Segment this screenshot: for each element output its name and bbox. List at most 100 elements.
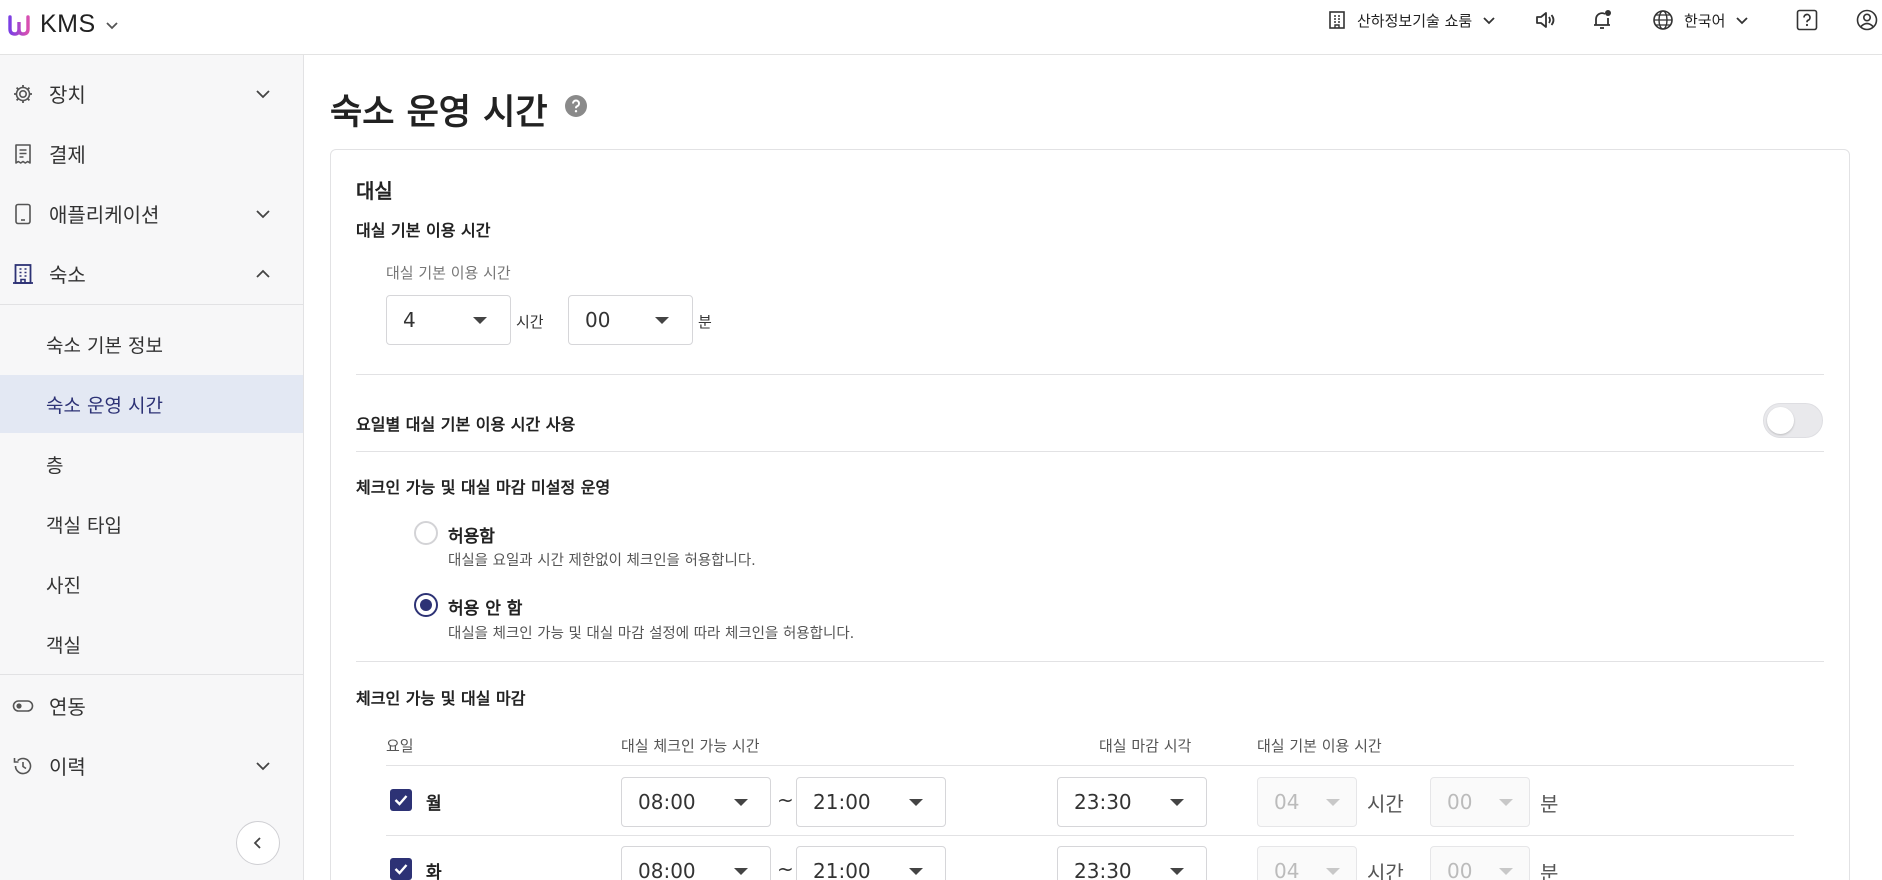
divider (356, 374, 1824, 375)
help-button[interactable] (1796, 8, 1818, 32)
sidebar-subitem-label: 객실 타입 (46, 514, 122, 537)
select-value: 08:00 (638, 859, 696, 880)
select-value: 21:00 (813, 790, 871, 814)
sidebar-subitem-lodging-info[interactable]: 숙소 기본 정보 (0, 315, 303, 373)
help-circle-icon[interactable] (564, 94, 588, 118)
sidebar-subitem-label: 층 (46, 454, 64, 477)
sidebar-item-device[interactable]: 장치 (0, 65, 303, 121)
sidebar-subitem-operating-hours[interactable]: 숙소 운영 시간 (0, 375, 303, 433)
caret-down-icon (734, 868, 748, 875)
day-checkbox-mon[interactable] (390, 789, 412, 811)
radio-allow[interactable] (414, 521, 438, 545)
caret-down-icon (1326, 799, 1340, 806)
receipt-icon (15, 144, 31, 164)
checkin-end-select[interactable]: 21:00 (796, 777, 946, 827)
sidebar-item-label: 애플리케이션 (49, 202, 160, 227)
checkin-start-select[interactable]: 08:00 (621, 846, 771, 880)
sidebar-item-application[interactable]: 애플리케이션 (0, 185, 303, 241)
page-title: 숙소 운영 시간 (330, 93, 548, 133)
subsection-title: 대실 기본 이용 시간 (356, 221, 491, 240)
language-selector[interactable]: 한국어 (1652, 8, 1749, 32)
table-header-checkin-time: 대실 체크인 가능 시간 (621, 737, 760, 755)
sidebar-subitem-floor[interactable]: 층 (0, 435, 303, 493)
sidebar-item-label: 연동 (49, 694, 86, 719)
sidebar-item-label: 장치 (49, 82, 86, 107)
weekday-toggle-label: 요일별 대실 기본 이용 시간 사용 (356, 415, 576, 434)
day-label: 화 (426, 863, 442, 880)
unit-label: 분 (1540, 861, 1559, 880)
checkin-end-select[interactable]: 21:00 (796, 846, 946, 880)
sidebar-subitem-label: 숙소 기본 정보 (46, 334, 163, 357)
building-icon (13, 264, 33, 284)
chevron-down-icon (106, 21, 118, 29)
duration-hours-select[interactable]: 04 (1257, 846, 1357, 880)
radio-description: 대실을 체크인 가능 및 대실 마감 설정에 따라 체크인을 허용합니다. (448, 626, 855, 642)
sidebar-collapse-button[interactable] (236, 821, 280, 865)
question-icon (1796, 9, 1818, 31)
select-value: 08:00 (638, 790, 696, 814)
caret-down-icon (909, 799, 923, 806)
day-label: 월 (426, 794, 442, 814)
divider (356, 661, 1824, 662)
select-value: 4 (403, 308, 416, 332)
chevron-down-icon (256, 90, 270, 99)
speaker-icon (1536, 12, 1555, 28)
caret-down-icon (909, 868, 923, 875)
duration-minutes-select[interactable]: 00 (1430, 846, 1530, 880)
history-icon (13, 757, 32, 775)
sound-button[interactable] (1533, 8, 1557, 32)
store-selector[interactable]: 산하정보기술 쇼룸 (1327, 8, 1496, 32)
table-header-close-time: 대실 마감 시각 (1099, 737, 1192, 755)
sidebar-subitem-label: 숙소 운영 시간 (46, 394, 163, 417)
toggle-icon (12, 700, 34, 712)
sidebar-item-integration[interactable]: 연동 (0, 677, 303, 733)
sidebar-subitem-room-type[interactable]: 객실 타입 (0, 495, 303, 553)
rental-minutes-select[interactable]: 00 (568, 295, 693, 345)
chevron-down-icon (1483, 17, 1495, 25)
sidebar-subitem-room[interactable]: 객실 (0, 615, 303, 673)
sidebar-subitem-photo[interactable]: 사진 (0, 555, 303, 613)
sidebar-item-history[interactable]: 이력 (0, 737, 303, 793)
field-label: 대실 기본 이용 시간 (386, 264, 511, 282)
chevron-up-icon (256, 269, 270, 278)
kms-logo-icon (8, 14, 30, 36)
divider (356, 451, 1824, 452)
sidebar-item-lodging[interactable]: 숙소 (0, 245, 303, 301)
duration-hours-select[interactable]: 04 (1257, 777, 1357, 827)
store-name: 산하정보기술 쇼룸 (1357, 11, 1473, 30)
close-time-select[interactable]: 23:30 (1057, 777, 1207, 827)
checkin-start-select[interactable]: 08:00 (621, 777, 771, 827)
unit-label: 시간 (1367, 861, 1404, 880)
caret-down-icon (655, 317, 669, 324)
tablet-icon (15, 203, 31, 225)
radio-disallow[interactable] (414, 593, 438, 617)
caret-down-icon (1170, 799, 1184, 806)
table-header-duration: 대실 기본 이용 시간 (1257, 737, 1382, 755)
chevron-left-icon (253, 837, 261, 849)
account-button[interactable] (1856, 8, 1878, 32)
notification-button[interactable] (1590, 8, 1614, 32)
rental-hours-select[interactable]: 4 (386, 295, 511, 345)
range-separator: ~ (777, 788, 794, 812)
weekday-toggle-switch[interactable] (1763, 403, 1823, 438)
user-icon (1856, 9, 1878, 31)
day-checkbox-tue[interactable] (390, 858, 412, 880)
divider (0, 304, 303, 305)
caret-down-icon (1170, 868, 1184, 875)
close-time-select[interactable]: 23:30 (1057, 846, 1207, 880)
select-value: 04 (1274, 859, 1300, 880)
sidebar-item-payment[interactable]: 결제 (0, 125, 303, 181)
app-switcher[interactable]: KMS (8, 10, 120, 39)
toggle-knob (1767, 407, 1794, 434)
sidebar-subitem-label: 사진 (46, 574, 81, 597)
duration-minutes-select[interactable]: 00 (1430, 777, 1530, 827)
chevron-down-icon (1736, 17, 1749, 25)
sidebar-subitem-label: 객실 (46, 634, 81, 657)
radio-description: 대실을 요일과 시간 제한없이 체크인을 허용합니다. (448, 553, 756, 569)
select-value: 00 (585, 308, 611, 332)
table-divider (386, 765, 1794, 766)
check-icon (394, 864, 408, 875)
caret-down-icon (1499, 799, 1513, 806)
table-divider (386, 835, 1794, 836)
chevron-down-icon (256, 762, 270, 771)
